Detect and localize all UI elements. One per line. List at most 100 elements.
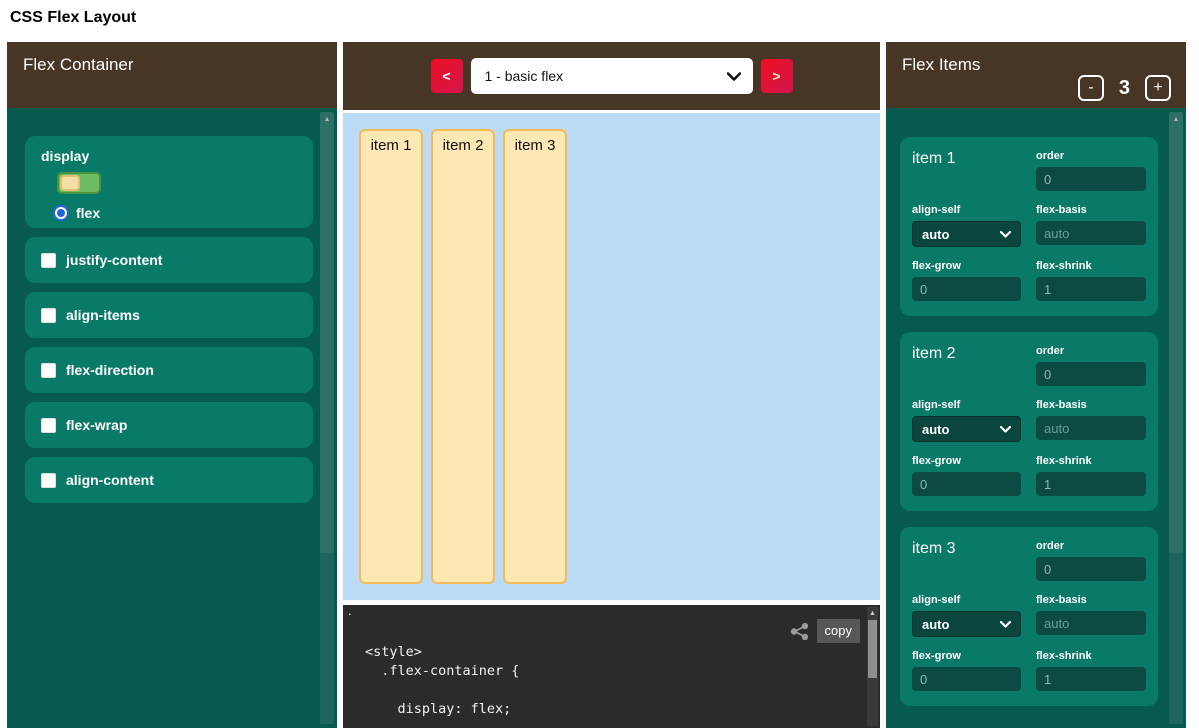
flex-items-panel-header: Flex Items - 3 + <box>886 42 1186 108</box>
flex-grow-input[interactable] <box>912 472 1021 496</box>
display-toggle[interactable] <box>57 172 101 194</box>
align-self-label: align-self <box>912 204 1021 216</box>
justify-content-label: justify-content <box>66 252 162 268</box>
flex-shrink-input[interactable] <box>1036 667 1146 691</box>
right-panel-scrollbar-thumb[interactable] <box>1169 112 1183 553</box>
property-card-align-content[interactable]: align-content <box>25 457 313 503</box>
page-title: CSS Flex Layout <box>10 9 136 27</box>
display-flex-radio-row[interactable]: flex <box>53 205 297 221</box>
scroll-up-arrow-icon[interactable]: ▲ <box>320 116 334 124</box>
chevron-down-icon <box>1000 426 1011 433</box>
code-scroll-up-arrow-icon[interactable]: ▲ <box>867 610 878 618</box>
property-card-align-items[interactable]: align-items <box>25 292 313 338</box>
flex-basis-label: flex-basis <box>1036 594 1146 606</box>
flex-radio[interactable] <box>53 205 69 221</box>
demo-flex-item-1: item 1 <box>359 129 423 584</box>
chevron-down-icon <box>1000 621 1011 628</box>
item-2-card: item 2 order align-self auto <box>900 332 1158 511</box>
order-label: order <box>1036 150 1146 162</box>
item-count-value: 3 <box>1119 77 1130 100</box>
property-card-flex-direction[interactable]: flex-direction <box>25 347 313 393</box>
left-panel-scrollbar-thumb[interactable] <box>320 112 334 553</box>
order-label: order <box>1036 540 1146 552</box>
demo-flex-item-2: item 2 <box>431 129 495 584</box>
align-self-select[interactable]: auto <box>912 611 1021 637</box>
flex-grow-label: flex-grow <box>912 260 1021 272</box>
flex-items-panel-body: item 1 order align-self auto <box>886 108 1186 728</box>
copy-button[interactable]: copy <box>817 619 860 643</box>
preset-select[interactable]: 1 - basic flex <box>471 58 753 94</box>
main-layout: Flex Container display flex justify-cont… <box>7 42 1186 728</box>
preset-bar: < 1 - basic flex > <box>343 42 880 110</box>
demo-panel: < 1 - basic flex > item 1 item 2 item 3 … <box>343 42 880 728</box>
order-input[interactable] <box>1036 362 1146 386</box>
order-input[interactable] <box>1036 167 1146 191</box>
chevron-down-icon <box>727 72 741 81</box>
flex-items-panel: Flex Items - 3 + item 1 order <box>886 42 1186 728</box>
item-1-title: item 1 <box>912 150 1021 191</box>
flex-demo-container: item 1 item 2 item 3 <box>343 113 880 600</box>
align-self-value: auto <box>922 617 949 632</box>
align-self-label: align-self <box>912 399 1021 411</box>
item-1-card: item 1 order align-self auto <box>900 137 1158 316</box>
order-label: order <box>1036 345 1146 357</box>
code-text: <style> .flex-container { display: flex; <box>365 643 880 719</box>
align-self-select[interactable]: auto <box>912 416 1021 442</box>
display-label: display <box>41 148 297 164</box>
item-2-title: item 2 <box>912 345 1021 386</box>
flex-shrink-label: flex-shrink <box>1036 650 1146 662</box>
flex-grow-label: flex-grow <box>912 650 1021 662</box>
align-self-value: auto <box>922 422 949 437</box>
flex-wrap-checkbox[interactable] <box>41 418 56 433</box>
flex-radio-label: flex <box>76 205 100 221</box>
decrease-items-button[interactable]: - <box>1078 75 1104 101</box>
demo-flex-item-3: item 3 <box>503 129 567 584</box>
align-items-label: align-items <box>66 307 140 323</box>
flex-direction-checkbox[interactable] <box>41 363 56 378</box>
item-3-title: item 3 <box>912 540 1021 581</box>
flex-shrink-input[interactable] <box>1036 277 1146 301</box>
align-self-value: auto <box>922 227 949 242</box>
flex-shrink-input[interactable] <box>1036 472 1146 496</box>
flex-container-panel: Flex Container display flex justify-cont… <box>7 42 337 728</box>
flex-basis-label: flex-basis <box>1036 204 1146 216</box>
item-count-controls: - 3 + <box>1078 75 1171 101</box>
flex-items-title: Flex Items <box>902 55 980 74</box>
flex-basis-input[interactable] <box>1036 416 1146 440</box>
code-scrollbar-thumb[interactable] <box>868 620 877 678</box>
left-panel-scrollbar[interactable]: ▲ <box>320 112 334 724</box>
align-self-label: align-self <box>912 594 1021 606</box>
flex-direction-label: flex-direction <box>66 362 154 378</box>
next-preset-button[interactable]: > <box>761 59 793 93</box>
flex-basis-input[interactable] <box>1036 611 1146 635</box>
flex-wrap-label: flex-wrap <box>66 417 127 433</box>
code-cursor-dot: . <box>348 605 352 618</box>
flex-container-panel-header: Flex Container <box>7 42 337 108</box>
chevron-down-icon <box>1000 231 1011 238</box>
prev-preset-button[interactable]: < <box>431 59 463 93</box>
share-icon[interactable] <box>790 622 809 641</box>
display-toggle-knob <box>60 175 80 191</box>
flex-basis-label: flex-basis <box>1036 399 1146 411</box>
flex-grow-label: flex-grow <box>912 455 1021 467</box>
align-items-checkbox[interactable] <box>41 308 56 323</box>
increase-items-button[interactable]: + <box>1145 75 1171 101</box>
item-3-card: item 3 order align-self auto <box>900 527 1158 706</box>
preset-select-value: 1 - basic flex <box>485 68 564 84</box>
code-panel: . copy <style> .flex-container { display… <box>343 605 880 728</box>
order-input[interactable] <box>1036 557 1146 581</box>
flex-shrink-label: flex-shrink <box>1036 260 1146 272</box>
display-option-card: display flex <box>25 136 313 228</box>
flex-grow-input[interactable] <box>912 667 1021 691</box>
property-card-justify-content[interactable]: justify-content <box>25 237 313 283</box>
code-scrollbar[interactable]: ▲ <box>867 607 878 726</box>
align-self-select[interactable]: auto <box>912 221 1021 247</box>
flex-basis-input[interactable] <box>1036 221 1146 245</box>
right-panel-scrollbar[interactable]: ▲ <box>1169 112 1183 724</box>
flex-grow-input[interactable] <box>912 277 1021 301</box>
scroll-up-arrow-icon[interactable]: ▲ <box>1169 116 1183 124</box>
property-card-flex-wrap[interactable]: flex-wrap <box>25 402 313 448</box>
align-content-checkbox[interactable] <box>41 473 56 488</box>
justify-content-checkbox[interactable] <box>41 253 56 268</box>
flex-shrink-label: flex-shrink <box>1036 455 1146 467</box>
